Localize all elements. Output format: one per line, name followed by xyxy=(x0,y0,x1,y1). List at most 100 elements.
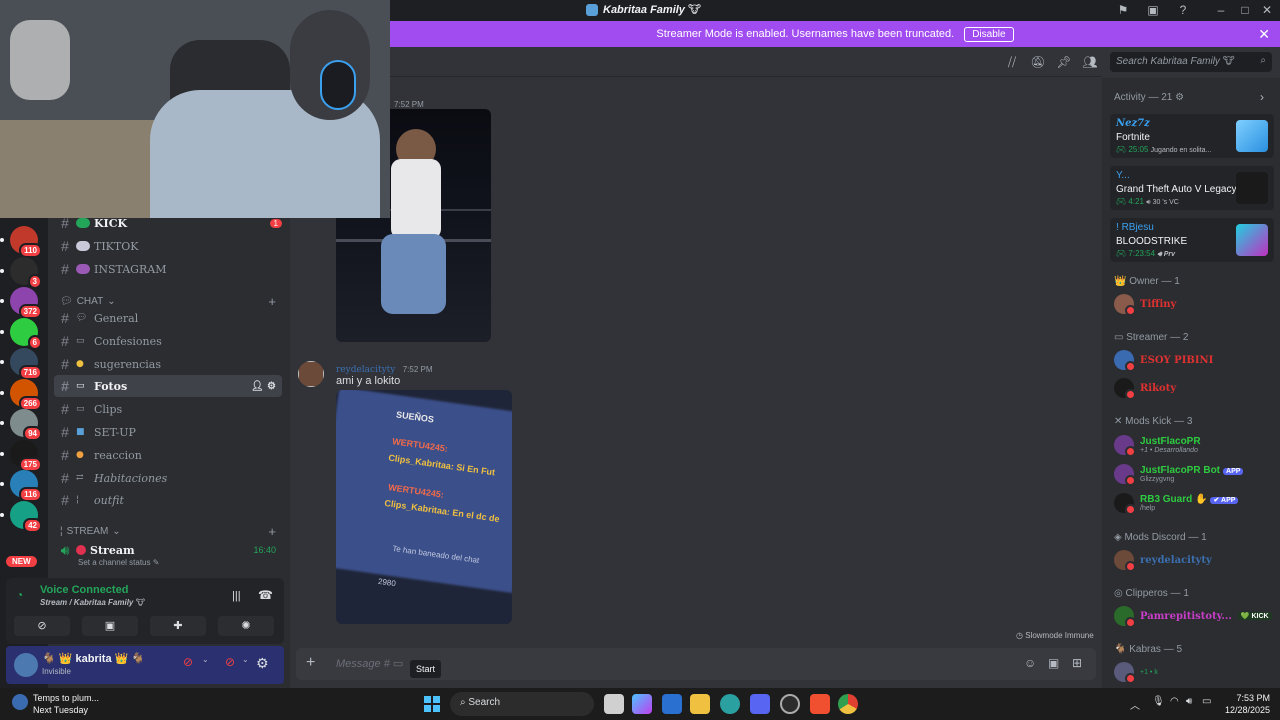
role-header-text: Kabras — 5 xyxy=(1129,644,1183,655)
search-input[interactable]: Search Kabritaa Family 🐮 ⌕ xyxy=(1110,52,1272,72)
taskbar-time[interactable]: 7:53 PM xyxy=(1226,693,1270,703)
chevron-down-icon[interactable]: ⌄ xyxy=(202,655,209,664)
weather-widget-title[interactable]: Temps to plum... xyxy=(33,693,99,703)
close-icon[interactable]: ✕ xyxy=(1258,26,1270,43)
minimize-icon[interactable]: – xyxy=(1212,2,1230,18)
member-item[interactable]: JustFlacoPR Bot APP Glizzygvng xyxy=(1114,462,1244,486)
member-item[interactable]: JustFlacoPR +1 • Desarrollando xyxy=(1114,433,1201,457)
disable-streamer-mode-button[interactable]: Disable xyxy=(964,26,1014,42)
category-stream[interactable]: ¦ STREAM ⌄ + xyxy=(60,524,276,539)
chrome-icon[interactable] xyxy=(838,694,858,714)
add-attachment-icon[interactable]: + xyxy=(306,654,315,672)
settings-gear-icon[interactable]: ⚙ xyxy=(256,655,269,672)
app-icon[interactable] xyxy=(780,694,800,714)
windows-start-icon[interactable] xyxy=(424,696,440,712)
channel-tiktok[interactable]: # TIKTOK xyxy=(54,235,282,257)
activities-button[interactable]: ✚ xyxy=(150,616,206,636)
emoji-icon[interactable]: ☺ xyxy=(1024,656,1036,670)
channel-setup[interactable]: # ■ SET-UP xyxy=(54,421,282,443)
member-list-icon[interactable]: 👥︎ xyxy=(1082,55,1098,69)
inbox-flag-icon[interactable]: ⚑ xyxy=(1114,2,1132,18)
channel-confesiones[interactable]: # ▭ Confesiones xyxy=(54,330,282,352)
gif-icon[interactable]: ▣ xyxy=(1048,656,1059,670)
wifi-icon[interactable]: ◠ xyxy=(1170,696,1179,707)
screen-share-icon[interactable]: ▣ xyxy=(1144,2,1162,18)
chevron-down-icon[interactable]: ⌄ xyxy=(242,655,249,664)
disconnect-icon[interactable]: ☎ xyxy=(258,588,273,602)
channel-general[interactable]: # 💬︎ General xyxy=(54,307,282,329)
new-servers-badge[interactable]: NEW xyxy=(6,556,37,567)
mute-icon[interactable]: ⊘ xyxy=(178,655,198,675)
activity-card[interactable]: Y... Grand Theft Auto V Legacy 🎮︎ 4:21 🔊… xyxy=(1110,166,1274,210)
edge-icon[interactable] xyxy=(720,694,740,714)
maximize-icon[interactable]: □ xyxy=(1236,2,1254,18)
pin-icon[interactable]: 📌︎ xyxy=(1056,55,1072,69)
task-view-icon[interactable] xyxy=(604,694,624,714)
member-item[interactable]: ESOY PIBINI xyxy=(1114,348,1213,372)
voice-channel-name[interactable]: Stream / Kabritaa Family 🐮 xyxy=(40,598,145,607)
discord-icon[interactable] xyxy=(750,694,770,714)
copilot-icon[interactable] xyxy=(632,694,652,714)
channel-status-prompt[interactable]: Set a channel status ✎ xyxy=(78,558,159,567)
chevron-right-icon[interactable]: › xyxy=(1260,90,1264,104)
gift-icon[interactable]: ⊞ xyxy=(1072,656,1082,670)
server-icon[interactable]: 175 xyxy=(0,439,42,472)
server-icon[interactable]: 116 xyxy=(0,470,42,502)
server-icon[interactable]: 42 xyxy=(0,500,42,533)
channel-instagram[interactable]: # INSTAGRAM xyxy=(54,258,282,280)
file-explorer-icon[interactable] xyxy=(690,694,710,714)
avatar[interactable] xyxy=(14,653,38,677)
avatar[interactable] xyxy=(298,361,324,387)
server-icon[interactable]: 94 xyxy=(0,409,42,441)
message-author[interactable]: reydelacityty xyxy=(336,365,395,375)
channel-outfit[interactable]: # ¦ outfit xyxy=(54,489,282,511)
message-input[interactable]: Message # ▭ xyxy=(336,657,403,670)
server-icon[interactable]: 110 xyxy=(0,226,42,258)
activity-card[interactable]: ! RBjesu BLOODSTRIKE 🎮︎ 7:23:54 🔊︎ Prv xyxy=(1110,218,1274,262)
noise-suppression-icon[interactable]: ||| xyxy=(232,590,241,602)
instagram-emoji-icon xyxy=(76,264,90,274)
taskbar-date[interactable]: 12/28/2025 xyxy=(1222,705,1270,715)
invite-and-settings-icon[interactable]: 👤︎ ⚙ xyxy=(251,381,276,392)
member-item[interactable]: reydelacityty xyxy=(1114,548,1212,572)
taskbar-search[interactable]: ⌕ Search xyxy=(450,692,594,716)
member-item[interactable]: Pamrepitistoty... 💚 KICK xyxy=(1114,604,1272,628)
server-icon[interactable]: 3 xyxy=(0,256,42,289)
channel-habitaciones[interactable]: # ⇄ Habitaciones xyxy=(54,467,282,489)
deafen-icon[interactable]: ⊘ xyxy=(220,655,240,675)
channel-sugerencias[interactable]: # ● sugerencias xyxy=(54,353,282,375)
create-channel-icon[interactable]: + xyxy=(268,524,276,539)
brave-icon[interactable] xyxy=(810,694,830,714)
threads-icon[interactable]: ⧸⧸ xyxy=(1004,55,1020,69)
member-item[interactable]: Rikoty xyxy=(1114,376,1176,400)
screen-share-button[interactable]: ▣ xyxy=(82,616,138,636)
server-icon[interactable]: 372 xyxy=(0,287,42,319)
member-item[interactable]: RB3 Guard ✋ ✔ APP/help xyxy=(1114,491,1239,515)
image-attachment[interactable]: SUEÑOS WERTU4245: Clips_Kabritaa: Si En … xyxy=(336,390,512,624)
close-window-icon[interactable]: ✕ xyxy=(1258,2,1276,18)
member-item[interactable]: Tiffiny xyxy=(1114,292,1176,316)
username[interactable]: 🐐 👑 kabrita 👑 🐐 xyxy=(42,652,145,665)
voice-status[interactable]: Voice Connected xyxy=(40,584,128,596)
channel-clips[interactable]: # ▭ Clips xyxy=(54,398,282,420)
banner-text: Streamer Mode is enabled. Usernames have… xyxy=(656,28,955,40)
microphone-icon[interactable]: 🎙︎ xyxy=(1152,696,1165,707)
battery-icon[interactable]: ▭ xyxy=(1202,696,1211,707)
activity-card[interactable]: Nez7z Fortnite 🎮︎ 25:05 Jugando en solit… xyxy=(1110,114,1274,158)
soundboard-button[interactable]: ✺ xyxy=(218,616,274,636)
member-item[interactable]: +1 • k xyxy=(1114,660,1158,684)
outlook-icon[interactable] xyxy=(662,694,682,714)
channel-reaccion[interactable]: # ● reaccion xyxy=(54,444,282,466)
server-icon[interactable]: 716 xyxy=(0,348,42,380)
server-icon[interactable]: 6 xyxy=(0,317,42,350)
activity-header[interactable]: Activity — 21 ⚙ xyxy=(1114,92,1184,103)
notification-bell-muted-icon[interactable]: 🔕︎ xyxy=(1030,55,1046,69)
camera-off-button[interactable]: ⊘ xyxy=(14,616,70,636)
channel-fotos[interactable]: # ▭ Fotos 👤︎ ⚙ xyxy=(54,375,282,397)
volume-icon[interactable]: 🔊︎ xyxy=(1186,696,1192,707)
help-icon[interactable]: ? xyxy=(1174,2,1192,18)
weather-icon[interactable] xyxy=(12,694,28,710)
weather-widget-subtitle[interactable]: Next Tuesday xyxy=(33,705,88,715)
server-icon[interactable]: 266 xyxy=(0,378,42,411)
tray-overflow-icon[interactable]: ︿ xyxy=(1130,697,1140,712)
